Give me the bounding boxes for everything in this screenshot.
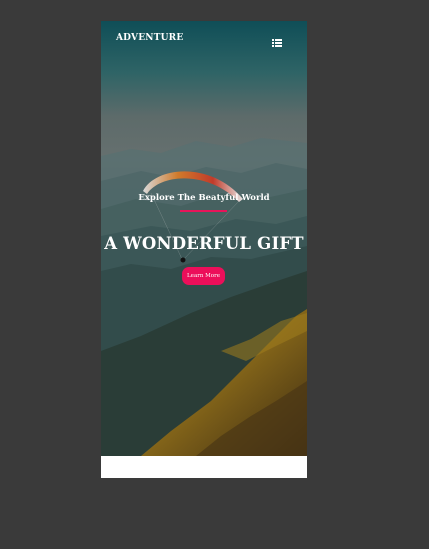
list-icon xyxy=(272,39,282,47)
paraglider-pilot xyxy=(180,257,186,263)
brand-logo-text[interactable]: ADVENTURE xyxy=(116,33,183,43)
learn-more-button[interactable]: Learn More xyxy=(182,267,225,285)
top-navbar: ADVENTURE xyxy=(101,21,307,61)
hero-headline: A WONDERFUL GIFT xyxy=(104,234,304,253)
mobile-viewport: ADVENTURE Explore The Beatyful World A W… xyxy=(101,21,307,478)
hero-subtitle: Explore The Beatyful World xyxy=(138,193,270,203)
page-content-area xyxy=(101,456,307,478)
menu-toggle-button[interactable] xyxy=(271,34,283,47)
hero-section: ADVENTURE Explore The Beatyful World A W… xyxy=(101,21,307,456)
subtitle-underline-divider xyxy=(180,210,227,212)
